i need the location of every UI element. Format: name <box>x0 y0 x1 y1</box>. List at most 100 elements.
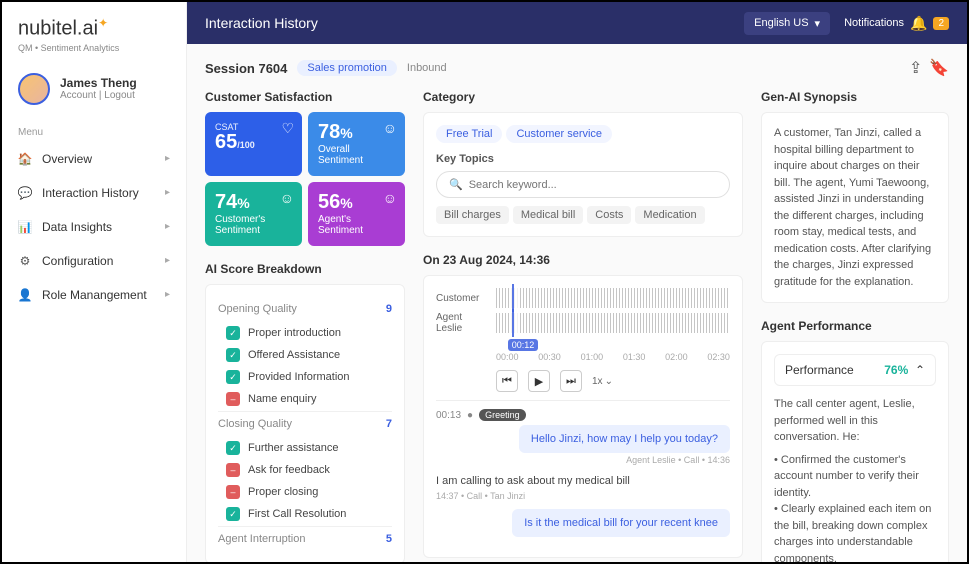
tagline: QM • Sentiment Analytics <box>18 43 170 53</box>
avatar[interactable] <box>18 73 50 105</box>
performance-title: Performance <box>785 363 854 377</box>
sidebar-item-insights[interactable]: 📊 Data Insights ▸ <box>2 210 186 244</box>
content: Session 7604 Sales promotion Inbound ⇪ 🔖… <box>187 44 967 562</box>
scores-heading: AI Score Breakdown <box>205 262 405 276</box>
chat-message: I am calling to ask about my medical bil… <box>436 473 730 501</box>
check-icon: ✓ <box>226 348 240 362</box>
score-item: ✓Provided Information <box>218 367 392 387</box>
skip-forward-button[interactable]: ⏭ <box>560 370 582 392</box>
sidebar-item-label: Role Manangement <box>42 288 147 302</box>
keyword-search-input[interactable] <box>469 179 717 191</box>
chevron-down-icon: ▾ <box>815 17 821 30</box>
playhead-time: 00:12 <box>508 339 539 351</box>
time-tick: 00:00 <box>496 352 519 362</box>
waveform-customer[interactable] <box>496 288 730 308</box>
keyword-search[interactable]: 🔍 <box>436 171 730 198</box>
notifications-button[interactable]: Notifications 🔔 2 <box>844 15 949 32</box>
recording-card: Customer AgentLeslie 00:12 <box>423 275 743 558</box>
sidebar-item-label: Data Insights <box>42 220 112 234</box>
score-item: ✓Further assistance <box>218 438 392 458</box>
home-icon: 🏠 <box>18 152 32 166</box>
synopsis-heading: Gen-AI Synopsis <box>761 90 949 104</box>
chevron-down-icon: ⌄ <box>605 376 613 387</box>
user-icon: 👤 <box>18 288 32 302</box>
transcript-segment-label: Greeting <box>479 409 526 421</box>
star-icon: ✦ <box>98 16 108 30</box>
sidebar-item-overview[interactable]: 🏠Overview▸ <box>2 142 186 176</box>
check-icon: ✓ <box>226 507 240 521</box>
track-agent-label: AgentLeslie <box>436 312 488 334</box>
time-tick: 02:30 <box>707 352 730 362</box>
csat-heading: Customer Satisfaction <box>205 90 405 104</box>
smile-icon: ☺ <box>383 120 397 136</box>
sidebar-item-label: Interaction History <box>42 186 139 200</box>
logo: nubitel.ai✦ <box>18 16 170 41</box>
gear-icon: ⚙ <box>18 254 32 268</box>
score-group-value: 7 <box>386 418 392 430</box>
score-item: –Ask for feedback <box>218 460 392 480</box>
user-name: James Theng <box>60 76 137 90</box>
synopsis-card: A customer, Tan Jinzi, called a hospital… <box>761 112 949 303</box>
score-group-toggle[interactable]: Agent Interruption <box>218 533 305 545</box>
csat-card[interactable]: ☺56%Agent's Sentiment <box>308 182 405 246</box>
category-tag[interactable]: Customer service <box>506 125 612 143</box>
category-card: Free TrialCustomer service Key Topics 🔍 … <box>423 112 743 237</box>
topic-tag[interactable]: Medication <box>635 206 704 224</box>
topbar: Interaction History English US ▾ Notific… <box>187 2 967 44</box>
smile-icon: ☺ <box>383 190 397 206</box>
menu-section-label: Menu <box>2 119 186 142</box>
score-item: –Proper closing <box>218 482 392 502</box>
playback-speed[interactable]: 1x ⌄ <box>592 376 613 387</box>
performance-toggle[interactable]: Performance 76% ⌃ <box>774 354 936 386</box>
chat-message: Is it the medical bill for your recent k… <box>436 509 730 537</box>
score-item: ✓First Call Resolution <box>218 504 392 524</box>
track-customer-label: Customer <box>436 293 488 304</box>
language-selector[interactable]: English US ▾ <box>744 12 830 35</box>
topic-tag[interactable]: Costs <box>587 206 631 224</box>
chat-bubble: Hello Jinzi, how may I help you today? <box>519 425 730 453</box>
notifications-label: Notifications <box>844 17 904 29</box>
sidebar-item-config[interactable]: ⚙Configuration▸ <box>2 244 186 278</box>
chat-meta: 14:37 • Call • Tan Jinzi <box>436 491 730 501</box>
score-group-toggle[interactable]: Opening Quality <box>218 303 297 315</box>
topic-tag[interactable]: Bill charges <box>436 206 509 224</box>
smile-icon: ☺ <box>280 190 294 206</box>
score-breakdown-card: Opening Quality9✓Proper introduction✓Off… <box>205 284 405 562</box>
user-account-link[interactable]: Account | Logout <box>60 90 137 101</box>
sidebar-item-history[interactable]: 💬Interaction History▸ <box>2 176 186 210</box>
csat-card[interactable]: ☺78%Overall Sentiment <box>308 112 405 176</box>
check-icon: ✓ <box>226 441 240 455</box>
sidebar-item-label: Overview <box>42 152 92 166</box>
waveform-agent[interactable]: 00:12 <box>496 313 730 333</box>
share-icon[interactable]: ⇪ <box>906 58 926 78</box>
sidebar: nubitel.ai✦ QM • Sentiment Analytics Jam… <box>2 2 187 562</box>
chat-message: Hello Jinzi, how may I help you today?Ag… <box>436 425 730 465</box>
session-tag-primary[interactable]: Sales promotion <box>297 60 397 76</box>
score-item: ✓Proper introduction <box>218 323 392 343</box>
time-axis: 00:0000:3001:0001:3002:0002:30 <box>496 352 730 362</box>
sidebar-item-roles[interactable]: 👤Role Manangement▸ <box>2 278 186 312</box>
page-title: Interaction History <box>205 15 318 31</box>
chevron-up-icon: ⌃ <box>915 363 925 377</box>
score-group-toggle[interactable]: Closing Quality <box>218 418 292 430</box>
skip-back-button[interactable]: ⏮ <box>496 370 518 392</box>
recording-heading: On 23 Aug 2024, 14:36 <box>423 253 743 267</box>
chevron-right-icon: ▸ <box>165 221 170 232</box>
user-block: James Theng Account | Logout <box>2 59 186 119</box>
csat-card[interactable]: ☺74%Customer's Sentiment <box>205 182 302 246</box>
play-button[interactable]: ▶ <box>528 370 550 392</box>
score-group-value: 5 <box>386 533 392 545</box>
bookmark-icon[interactable]: 🔖 <box>929 58 949 78</box>
category-tag[interactable]: Free Trial <box>436 125 502 143</box>
csat-grid: ♡CSAT65/100☺78%Overall Sentiment☺74%Cust… <box>205 112 405 246</box>
performance-card: Performance 76% ⌃ The call center agent,… <box>761 341 949 562</box>
performance-percent: 76% <box>884 363 908 377</box>
performance-intro: The call center agent, Leslie, performed… <box>774 396 936 446</box>
transcript: 00:13 ● Greeting Hello Jinzi, how may I … <box>436 400 730 537</box>
chevron-right-icon: ▸ <box>165 255 170 266</box>
topic-tag[interactable]: Medical bill <box>513 206 583 224</box>
chart-icon: 📊 <box>18 220 32 234</box>
language-label: English US <box>754 17 808 29</box>
time-tick: 01:30 <box>623 352 646 362</box>
csat-card[interactable]: ♡CSAT65/100 <box>205 112 302 176</box>
